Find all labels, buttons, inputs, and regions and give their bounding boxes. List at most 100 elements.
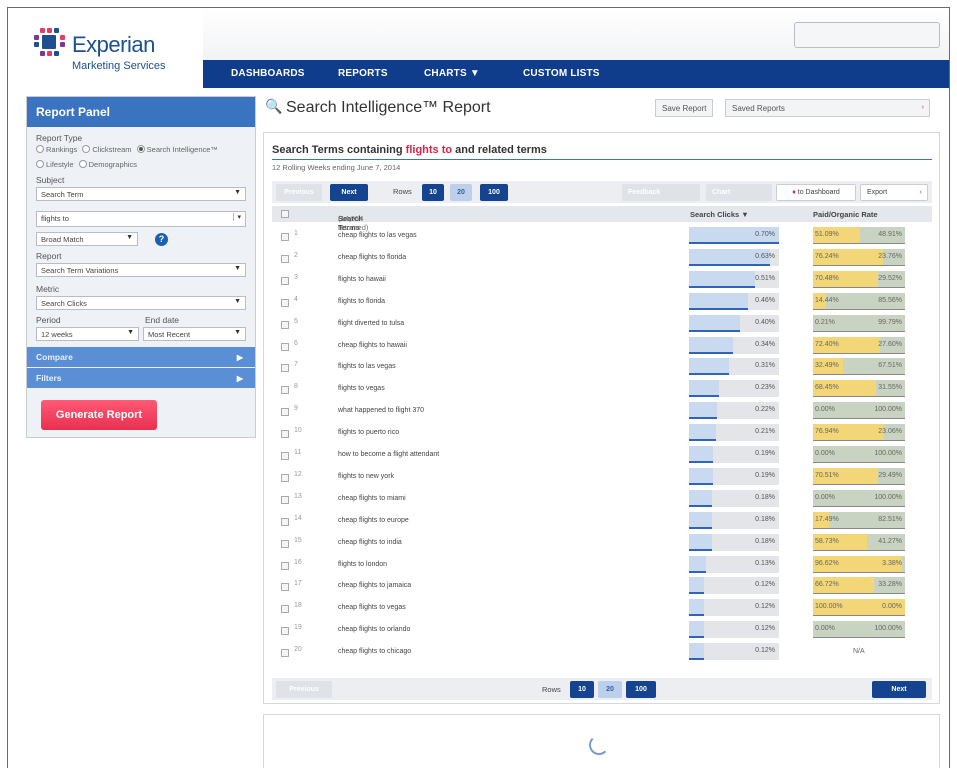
clicks-value: 0.12% <box>755 603 775 611</box>
report-select[interactable]: Search Term Variations ▼ <box>36 263 246 277</box>
nav-custom-lists[interactable]: CUSTOM LISTS <box>523 68 600 79</box>
row-checkbox[interactable] <box>281 649 289 658</box>
search-term-link[interactable]: flights to london <box>338 561 387 568</box>
clicks-fill <box>689 467 713 484</box>
bar-baseline <box>813 462 905 463</box>
clicks-line <box>689 636 704 639</box>
search-term-link[interactable]: cheap flights to florida <box>338 254 406 261</box>
nav-dashboards[interactable]: DASHBOARDS <box>231 68 305 79</box>
row-checkbox[interactable] <box>281 539 289 548</box>
end-date-select[interactable]: Most Recent ▼ <box>143 327 246 341</box>
search-term-link[interactable]: flights to puerto rico <box>338 429 399 436</box>
page-title: Search Intelligence™ Report <box>286 99 491 116</box>
table-row: 15 cheap flights to india 0.18% 58.73% 4… <box>272 532 932 554</box>
row-checkbox[interactable] <box>281 408 289 417</box>
compare-accordion[interactable]: Compare ▶ <box>27 347 255 367</box>
generate-report-button[interactable]: Generate Report <box>41 400 157 430</box>
radio-rankings[interactable] <box>36 145 44 153</box>
row-checkbox[interactable] <box>281 342 289 351</box>
search-term-link[interactable]: flights to vegas <box>338 385 385 392</box>
previous-button-bottom[interactable]: Previous <box>276 681 332 698</box>
row-checkbox[interactable] <box>281 233 289 241</box>
search-term-link[interactable]: cheap flights to india <box>338 539 402 546</box>
row-checkbox[interactable] <box>281 627 289 636</box>
dropdown-toggle-icon[interactable]: ▾ <box>233 213 241 221</box>
export-button[interactable]: Export › <box>860 184 928 201</box>
match-type-select[interactable]: Broad Match ▼ <box>36 232 138 246</box>
rows-100-button[interactable]: 100 <box>480 184 508 201</box>
paid-organic-bar: 100.00% 0.00% <box>813 599 905 617</box>
clicks-value: 0.23% <box>755 384 775 392</box>
row-checkbox[interactable] <box>281 320 289 329</box>
clicks-fill <box>689 577 704 594</box>
previous-button[interactable]: Previous <box>276 184 322 201</box>
rows-10-button-bottom[interactable]: 10 <box>570 681 594 698</box>
saved-reports-select[interactable]: Saved Reports › <box>725 99 930 117</box>
clicks-value: 0.34% <box>755 340 775 348</box>
row-checkbox[interactable] <box>281 254 289 263</box>
search-term-link[interactable]: cheap flights to europe <box>338 517 409 524</box>
search-term-link[interactable]: cheap flights to jamaica <box>338 582 411 589</box>
search-term-link[interactable]: cheap flights to miami <box>338 495 406 502</box>
search-term-link[interactable]: how to become a flight attendant <box>338 451 439 458</box>
row-checkbox[interactable] <box>281 495 289 504</box>
search-term-link[interactable]: cheap flights to chicago <box>338 648 411 655</box>
row-checkbox[interactable] <box>281 561 289 570</box>
chart-button[interactable]: Chart <box>706 184 772 201</box>
clicks-line <box>689 285 755 288</box>
search-term-link[interactable]: cheap flights to hawaii <box>338 342 407 349</box>
search-term-input[interactable]: flights to ▾ <box>36 211 246 227</box>
next-button[interactable]: Next <box>330 184 368 201</box>
radio-demographics[interactable] <box>78 160 87 168</box>
rows-10-button[interactable]: 10 <box>422 184 444 201</box>
search-term-link[interactable]: cheap flights to las vegas <box>338 232 417 239</box>
row-checkbox[interactable] <box>281 517 289 526</box>
experian-logo[interactable]: Experian Marketing Services <box>34 26 204 86</box>
radio-lifestyle[interactable] <box>36 160 44 168</box>
search-term-link[interactable]: cheap flights to orlando <box>338 626 410 633</box>
col-search-clicks[interactable]: Search Clicks ▼ <box>690 210 749 219</box>
row-checkbox[interactable] <box>281 605 289 614</box>
row-checkbox[interactable] <box>281 364 289 373</box>
search-term-link[interactable]: what happened to flight 370 <box>338 407 424 414</box>
row-checkbox[interactable] <box>281 276 289 285</box>
nav-reports[interactable]: REPORTS <box>338 68 388 79</box>
search-term-link[interactable]: cheap flights to vegas <box>338 604 406 611</box>
nav-charts[interactable]: CHARTS ▼ <box>424 68 480 79</box>
global-search-input[interactable] <box>794 22 940 48</box>
to-dashboard-button[interactable]: ♦ to Dashboard <box>776 184 856 201</box>
saved-reports-label: Saved Reports <box>732 104 785 113</box>
row-checkbox[interactable] <box>281 452 289 460</box>
row-checkbox[interactable] <box>281 583 289 592</box>
next-button-bottom[interactable]: Next <box>872 681 926 698</box>
report-value: Search Term Variations <box>41 266 119 275</box>
rows-100-button-bottom[interactable]: 100 <box>626 681 656 698</box>
help-icon[interactable]: ? <box>155 233 168 246</box>
search-term-link[interactable]: flights to las vegas <box>338 363 396 370</box>
col-paid-organic[interactable]: Paid/Organic Rate <box>813 210 878 219</box>
rows-20-button[interactable]: 20 <box>450 184 472 201</box>
select-all-checkbox[interactable] <box>281 210 289 218</box>
row-checkbox[interactable] <box>281 386 289 395</box>
search-term-link[interactable]: flights to new york <box>338 473 394 480</box>
rows-20-button-bottom[interactable]: 20 <box>598 681 622 698</box>
organic-value: 85.56% <box>878 296 902 304</box>
row-checkbox[interactable] <box>281 430 289 439</box>
row-checkbox[interactable] <box>281 473 289 482</box>
search-term-link[interactable]: flights to hawaii <box>338 276 386 283</box>
metric-select[interactable]: Search Clicks ▼ <box>36 296 246 310</box>
report-panel-title: Report Panel <box>27 97 255 127</box>
period-select[interactable]: 12 weeks ▼ <box>36 327 139 341</box>
radio-clickstream[interactable] <box>82 145 91 153</box>
row-checkbox[interactable] <box>281 298 289 307</box>
radio-search-intelligence[interactable] <box>136 145 145 153</box>
subject-select[interactable]: Search Term ▼ <box>36 187 246 201</box>
clicks-line <box>689 439 716 442</box>
match-type-value: Broad Match <box>41 235 84 244</box>
search-term-link[interactable]: flight diverted to tulsa <box>338 320 404 327</box>
save-report-button[interactable]: Save Report <box>655 99 714 117</box>
table-header: Search Terms (14,954 returned) Search Cl… <box>272 206 932 232</box>
search-term-link[interactable]: flights to florida <box>338 298 385 305</box>
feedback-button[interactable]: Feedback <box>622 184 700 201</box>
filters-accordion[interactable]: Filters ▶ <box>27 368 255 388</box>
